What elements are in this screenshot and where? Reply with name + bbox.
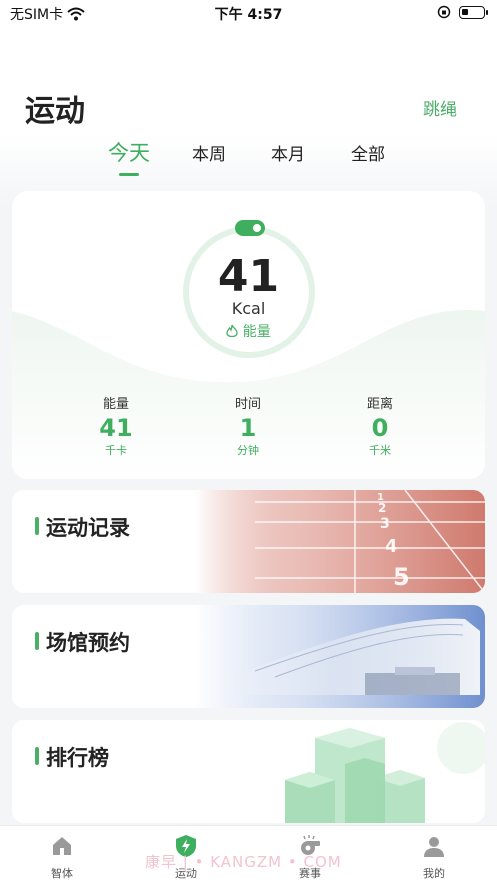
tabbar-item-profile[interactable]: 我的 — [399, 834, 469, 881]
orientation-lock-icon — [437, 5, 451, 19]
tabbar-item-zhiti[interactable]: 智体 — [27, 834, 97, 881]
energy-card: 41 Kcal 能量 能量 41 千卡 时间 1 分钟 距离 0 千米 — [12, 191, 485, 479]
stats-row: 能量 41 千卡 时间 1 分钟 距离 0 千米 — [12, 393, 485, 463]
leaderboard-card[interactable]: 排行榜 — [12, 720, 485, 823]
accent-bar — [35, 517, 39, 535]
stat-value: 41 — [99, 414, 133, 442]
menu-title: 排行榜 — [46, 746, 109, 770]
stat-value: 1 — [239, 414, 257, 442]
status-right — [437, 5, 488, 19]
home-icon — [53, 837, 71, 855]
stat-time: 时间 1 分钟 — [208, 393, 288, 458]
tab-all[interactable]: 全部 — [351, 140, 385, 165]
tabbar-label: 智体 — [51, 867, 73, 880]
stat-unit: 分钟 — [237, 444, 259, 457]
tab-today[interactable]: 今天 — [108, 137, 150, 167]
svg-text:4: 4 — [385, 536, 398, 557]
menu-title: 运动记录 — [46, 516, 130, 540]
energy-value: 41 — [217, 251, 280, 302]
stat-energy: 能量 41 千卡 — [76, 393, 156, 458]
status-bar: 无SIM卡 下午 4:57 — [0, 0, 497, 26]
accent-bar — [35, 747, 39, 765]
svg-text:5: 5 — [393, 563, 410, 591]
stat-distance: 距离 0 千米 — [340, 393, 420, 458]
tab-month[interactable]: 本月 — [271, 140, 305, 165]
accent-bar — [35, 632, 39, 650]
battery-icon — [459, 5, 488, 19]
tab-underline — [119, 173, 139, 176]
stat-unit: 千卡 — [105, 444, 127, 457]
energy-unit: Kcal — [231, 299, 266, 318]
tab-week[interactable]: 本周 — [192, 140, 226, 165]
tabbar-label: 我的 — [423, 867, 445, 880]
stat-unit: 千米 — [369, 444, 391, 457]
stat-label: 距离 — [366, 397, 393, 412]
stat-label: 能量 — [102, 397, 129, 412]
stat-value: 0 — [371, 414, 389, 442]
period-tabs: 今天 本周 本月 全部 — [0, 140, 497, 180]
venue-booking-card[interactable]: 场馆预约 — [12, 605, 485, 708]
svg-text:2: 2 — [378, 501, 386, 515]
jump-rope-link[interactable]: 跳绳 — [423, 95, 457, 120]
user-icon — [424, 837, 444, 857]
stat-label: 时间 — [234, 397, 261, 412]
page-title: 运动 — [25, 94, 85, 129]
clock: 下午 4:57 — [214, 7, 283, 23]
energy-label-text: 能量 — [242, 324, 271, 340]
watermark-text: 康早 | • KANGZM • COM — [145, 853, 342, 871]
stadium-image — [195, 605, 485, 708]
ring-toggle-icon — [235, 220, 265, 236]
green-blocks-image — [285, 722, 485, 823]
energy-label: 能量 — [12, 321, 485, 341]
flame-icon — [226, 324, 238, 338]
menu-title: 场馆预约 — [46, 631, 130, 655]
exercise-records-card[interactable]: 1 2 3 4 5 运动记录 — [12, 490, 485, 593]
svg-text:3: 3 — [380, 516, 390, 532]
running-track-image: 1 2 3 4 5 — [195, 490, 485, 593]
